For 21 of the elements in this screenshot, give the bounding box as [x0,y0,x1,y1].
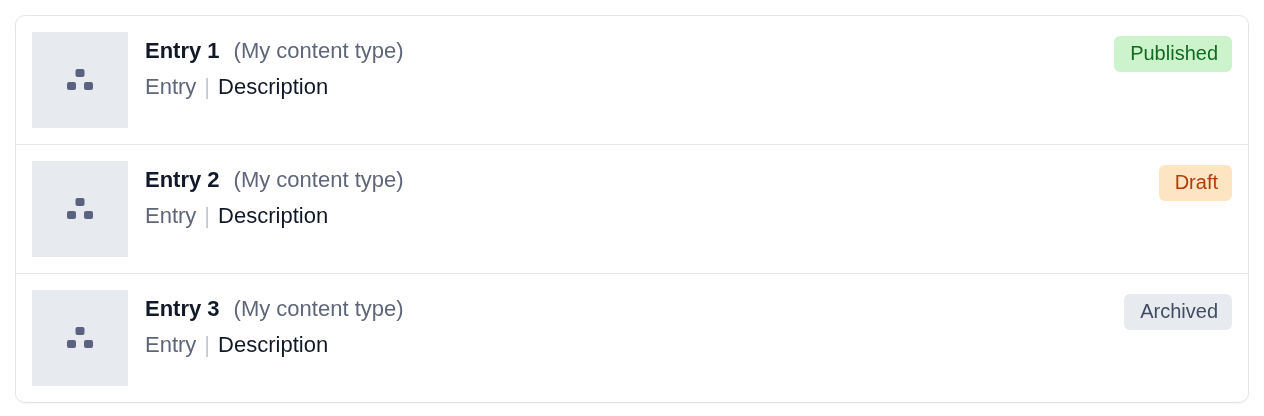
content-type: (My content type) [233,38,404,64]
entry-description: Description [218,332,329,358]
dots-icon [67,198,93,220]
separator: | [204,74,211,100]
status-badge: Draft [1158,165,1232,201]
separator: | [204,332,211,358]
separator: | [204,203,211,229]
type-label: Entry [145,203,197,229]
content-type: (My content type) [233,167,404,193]
entry-description: Description [218,203,329,229]
dots-icon [67,69,93,91]
content-type: (My content type) [233,296,404,322]
status-badge: Archived [1124,294,1232,330]
type-label: Entry [145,332,197,358]
entry-title: Entry 1 [145,38,220,64]
type-label: Entry [145,74,197,100]
dots-icon [67,327,93,349]
status-badge: Published [1114,36,1232,72]
entry-description: Description [218,74,329,100]
entry-title: Entry 2 [145,167,220,193]
entry-title: Entry 3 [145,296,220,322]
